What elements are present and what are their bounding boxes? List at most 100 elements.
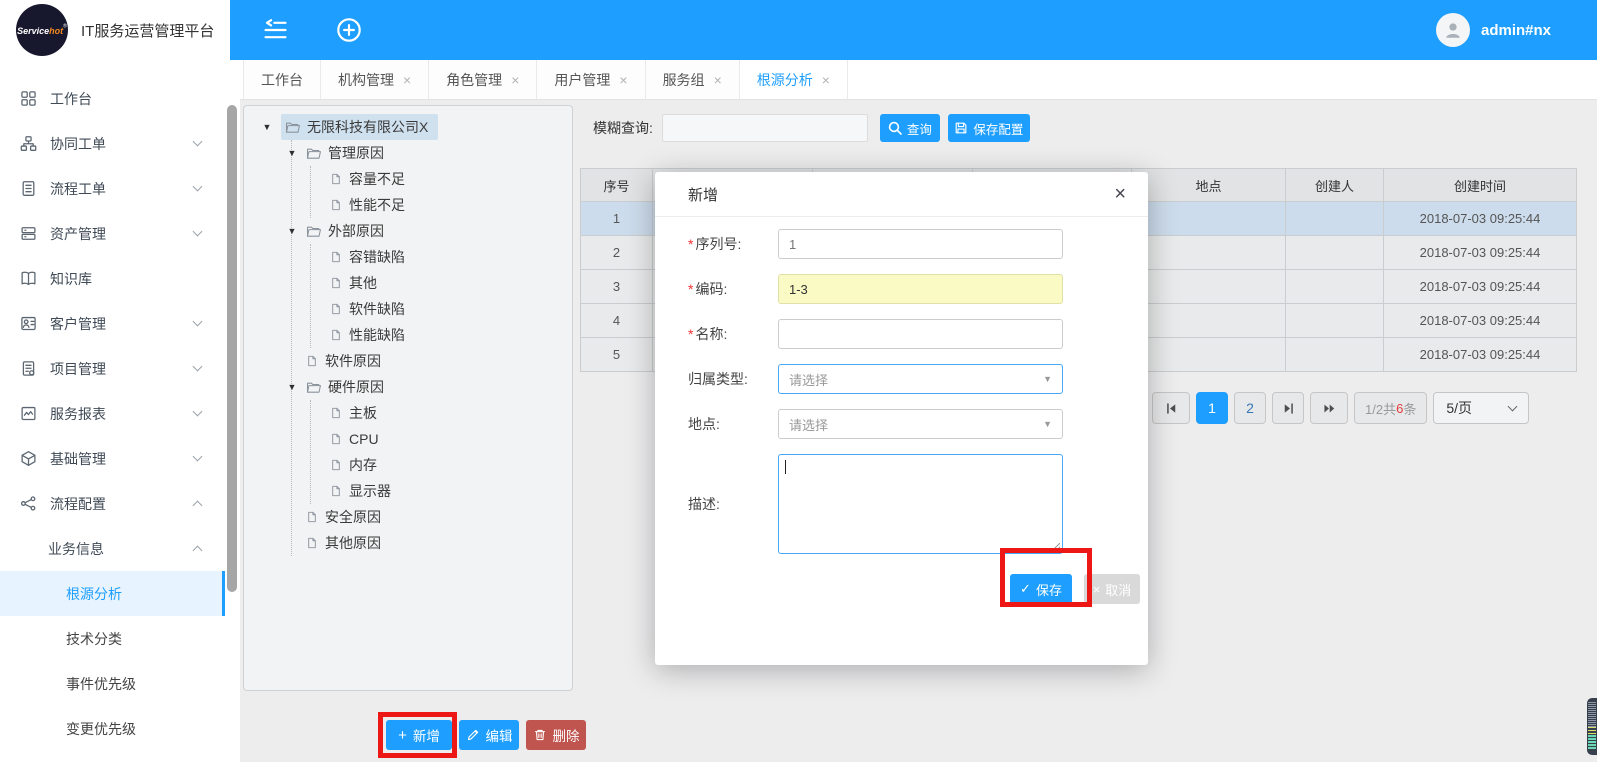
add-tab-icon[interactable] [336, 17, 362, 43]
tree-node[interactable]: 显示器 [311, 478, 572, 504]
sidebar-item-process-tickets[interactable]: 流程工单 [0, 166, 225, 211]
column-header-seq: 序号 [581, 169, 653, 201]
close-icon[interactable]: × [1114, 184, 1126, 204]
sidebar-item-base-mgmt[interactable]: 基础管理 [0, 436, 225, 481]
column-header-creator: 创建人 [1286, 169, 1384, 201]
sidebar-item-knowledge-base[interactable]: 知识库 [0, 256, 225, 301]
brand-text-left: Service [17, 26, 49, 36]
sidebar-item-root-cause-analysis[interactable]: 根源分析 [0, 571, 225, 616]
sidebar-item-workbench[interactable]: 工作台 [0, 76, 225, 121]
caret-down-icon[interactable]: ▼ [285, 382, 299, 392]
tab-close-icon[interactable]: × [714, 72, 722, 88]
tree-node[interactable]: ▼ 硬件原因 [285, 374, 572, 400]
sidebar-item-label: 变更优先级 [66, 719, 136, 739]
query-button[interactable]: 查询 [880, 114, 940, 142]
username[interactable]: admin#nx [1481, 22, 1551, 39]
fuzzy-search-input[interactable] [662, 114, 868, 142]
tree-node[interactable]: CPU [311, 426, 572, 452]
sidebar-item-customer-mgmt[interactable]: 客户管理 [0, 301, 225, 346]
form-row-serial: 序列号: [688, 229, 1063, 259]
field-label-type: 归属类型: [688, 369, 778, 389]
tab-org-mgmt[interactable]: 机构管理 × [321, 60, 429, 99]
tab-user-mgmt[interactable]: 用户管理 × [537, 60, 645, 99]
description-textarea[interactable] [778, 454, 1063, 554]
sidebar-item-tech-category[interactable]: 技术分类 [0, 616, 225, 661]
mini-scrollbar-widget[interactable] [1587, 698, 1597, 755]
tree-node[interactable]: ▼ 外部原因 [285, 218, 572, 244]
clipboard-icon [20, 360, 37, 377]
save-button[interactable]: ✓ 保存 [1010, 574, 1072, 604]
tab-service-group[interactable]: 服务组 × [646, 60, 740, 99]
sidebar-collapse-icon[interactable] [262, 19, 289, 41]
tab-root-cause-analysis[interactable]: 根源分析 × [740, 60, 848, 99]
file-icon [330, 432, 342, 446]
sidebar-item-asset-mgmt[interactable]: 资产管理 [0, 211, 225, 256]
tab-close-icon[interactable]: × [403, 72, 411, 88]
edit-button[interactable]: 编辑 [459, 720, 519, 750]
sidebar-item-incident-priority[interactable]: 事件优先级 [0, 661, 225, 706]
tree-node[interactable]: 软件原因 [285, 348, 572, 374]
tree-node[interactable]: 主板 [311, 400, 572, 426]
tree-node[interactable]: 性能缺陷 [311, 322, 572, 348]
tab-close-icon[interactable]: × [822, 72, 830, 88]
cell-seq: 4 [581, 304, 653, 337]
sidebar-item-collab-tickets[interactable]: 协同工单 [0, 121, 225, 166]
tab-label: 角色管理 [446, 70, 502, 90]
sidebar-item-label: 事件优先级 [66, 674, 136, 694]
file-icon [330, 198, 342, 212]
sidebar-scrollbar[interactable] [227, 105, 237, 592]
tree-node-root[interactable]: ▼ 无限科技有限公司X [244, 114, 572, 140]
page-first-button[interactable] [1152, 392, 1190, 424]
cell-created-at: 2018-07-03 09:25:44 [1384, 304, 1576, 337]
page-size-select[interactable]: 5/页 [1433, 392, 1529, 424]
tree-node[interactable]: 其他原因 [285, 530, 572, 556]
sidebar-item-label: 项目管理 [50, 359, 106, 379]
page-last-button[interactable] [1310, 392, 1348, 424]
cancel-button[interactable]: × 取消 [1084, 574, 1140, 604]
tree-node[interactable]: 内存 [311, 452, 572, 478]
tab-close-icon[interactable]: × [511, 72, 519, 88]
sidebar-item-project-mgmt[interactable]: 项目管理 [0, 346, 225, 391]
sidebar-item-service-reports[interactable]: 服务报表 [0, 391, 225, 436]
tab-close-icon[interactable]: × [619, 72, 627, 88]
type-select[interactable]: 请选择 ▼ [778, 364, 1063, 394]
sidebar-item-process-config[interactable]: 流程配置 [0, 481, 225, 526]
tree-node[interactable]: 容错缺陷 [311, 244, 572, 270]
field-label-name: 名称: [688, 324, 778, 344]
sidebar-item-label: 协同工单 [50, 134, 106, 154]
location-select[interactable]: 请选择 ▼ [778, 409, 1063, 439]
sidebar-item-change-priority[interactable]: 变更优先级 [0, 706, 225, 751]
caret-down-icon[interactable]: ▼ [260, 122, 274, 132]
code-input[interactable] [778, 274, 1063, 304]
tree-node[interactable]: 安全原因 [285, 504, 572, 530]
sidebar-item-label: 服务报表 [50, 404, 106, 424]
user-menu[interactable]: admin#nx [1436, 13, 1551, 47]
name-input[interactable] [778, 319, 1063, 349]
chevron-down-icon [1508, 401, 1518, 411]
tab-workbench[interactable]: 工作台 [243, 60, 321, 99]
save-config-button[interactable]: 保存配置 [948, 114, 1030, 142]
sidebar-item-business-info[interactable]: 业务信息 [0, 526, 225, 571]
field-label-location: 地点: [688, 414, 778, 434]
caret-down-icon[interactable]: ▼ [285, 226, 299, 236]
tree-node[interactable]: ▼ 管理原因 [285, 140, 572, 166]
page-last-icon [1321, 401, 1338, 416]
tree-node[interactable]: 软件缺陷 [311, 296, 572, 322]
caret-down-icon: ▼ [1043, 374, 1052, 384]
tree-node[interactable]: 性能不足 [311, 192, 572, 218]
tree-node[interactable]: 容量不足 [311, 166, 572, 192]
serial-input[interactable] [778, 229, 1063, 259]
tree-node-selected[interactable]: 无限科技有限公司X [281, 114, 438, 140]
tab-label: 用户管理 [554, 70, 610, 90]
page-next-button[interactable] [1272, 392, 1304, 424]
page-button-1[interactable]: 1 [1196, 392, 1228, 424]
tree-node[interactable]: 其他 [311, 270, 572, 296]
page-button-2[interactable]: 2 [1234, 392, 1266, 424]
cell-seq: 1 [581, 202, 653, 235]
cell-location [1132, 304, 1286, 337]
add-button[interactable]: + 新增 [386, 720, 452, 750]
caret-down-icon[interactable]: ▼ [285, 148, 299, 158]
delete-button[interactable]: 删除 [526, 720, 586, 750]
tab-role-mgmt[interactable]: 角色管理 × [429, 60, 537, 99]
user-avatar[interactable] [1436, 13, 1470, 47]
